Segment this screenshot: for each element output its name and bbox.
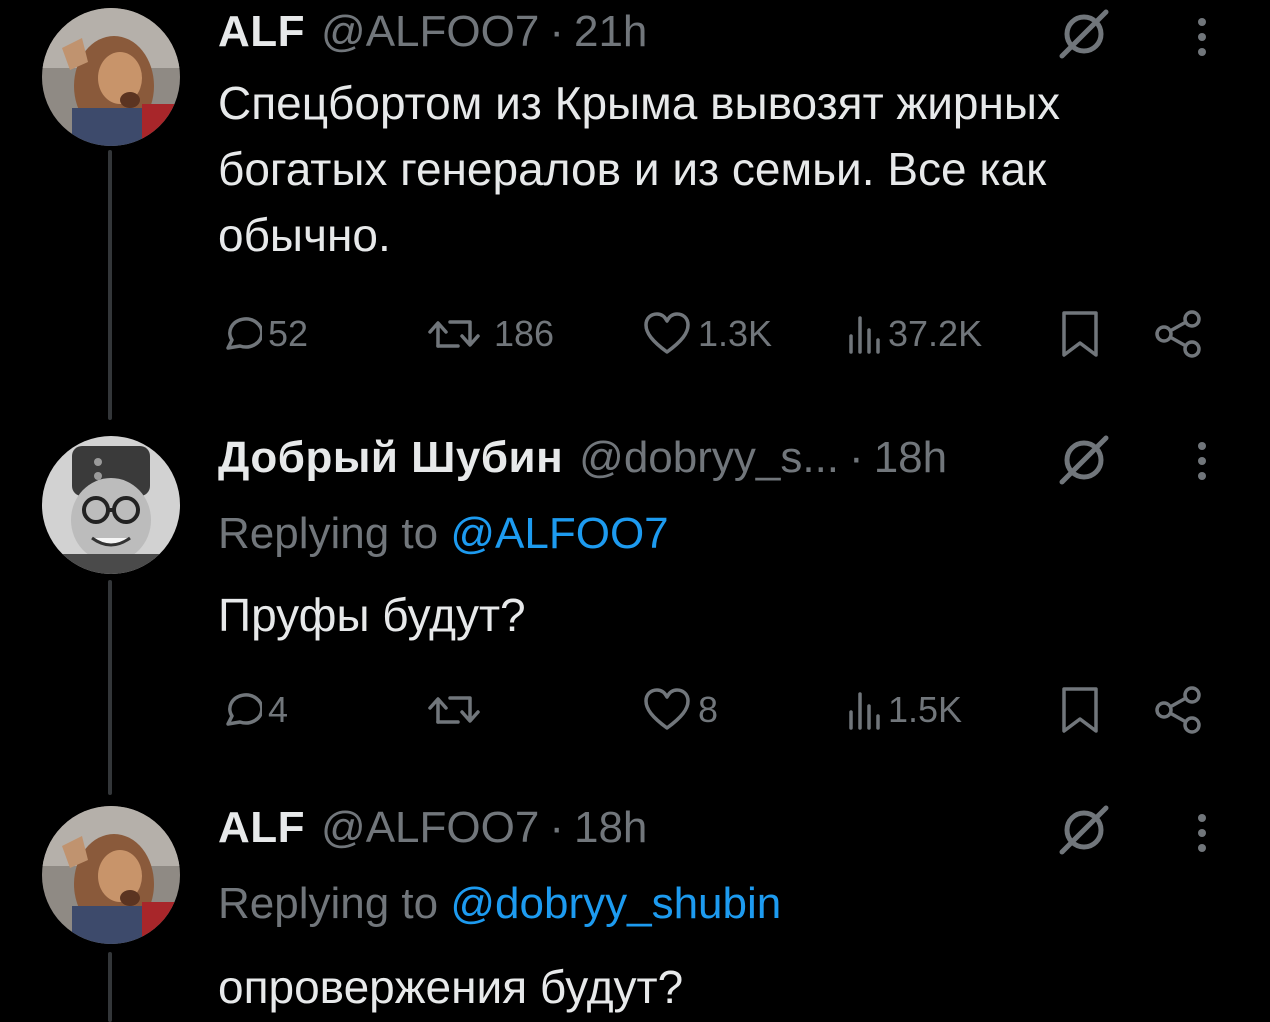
display-name[interactable]: ALF <box>218 4 305 60</box>
views-icon <box>849 316 880 354</box>
separator-dot: · <box>549 7 564 56</box>
username[interactable]: @dobryy_s... <box>579 430 839 486</box>
thread-line <box>108 580 112 795</box>
grok-icon[interactable] <box>1056 6 1112 62</box>
more-icon[interactable] <box>1192 10 1212 66</box>
username[interactable]: @ALFOO7 <box>321 4 539 60</box>
username[interactable]: @ALFOO7 <box>321 800 539 856</box>
more-icon[interactable] <box>1192 806 1212 862</box>
timestamp[interactable]: 21h <box>574 4 647 60</box>
views-button[interactable]: 1.5K <box>846 680 962 740</box>
tweet-text: Пруфы будут? <box>218 589 526 641</box>
reply-count: 4 <box>268 689 289 730</box>
timestamp[interactable]: 18h <box>874 430 947 486</box>
like-count: 1.3K <box>698 313 773 354</box>
views-icon <box>849 692 880 730</box>
retweet-button[interactable] <box>424 680 494 740</box>
share-icon <box>1155 686 1201 734</box>
replying-to-mention[interactable]: @ALFOO7 <box>450 509 668 558</box>
action-bar: 4 8 1.5K <box>218 680 1208 740</box>
share-button[interactable] <box>1152 304 1204 364</box>
display-name[interactable]: ALF <box>218 800 305 856</box>
like-count: 8 <box>698 689 719 730</box>
heart-icon <box>644 688 690 730</box>
reply-button[interactable]: 52 <box>218 304 308 364</box>
retweet-count: 186 <box>494 313 555 354</box>
retweet-icon <box>428 320 480 348</box>
replying-to: Replying to @ALFOO7 <box>218 506 669 562</box>
tweet-header: Добрый Шубин @dobryy_s... · 18h <box>218 430 947 486</box>
separator-dot: · <box>849 433 864 482</box>
replying-to-label: Replying to <box>218 509 439 558</box>
thread-line <box>108 952 112 1022</box>
tweet-text: Спецбортом из Крыма вывозят жирных богат… <box>218 77 1060 261</box>
more-icon[interactable] <box>1192 434 1212 490</box>
avatar[interactable] <box>42 436 180 574</box>
thread-line <box>108 150 112 420</box>
heart-icon <box>644 312 690 354</box>
like-button[interactable]: 8 <box>642 680 718 740</box>
bookmark-icon <box>1062 311 1098 357</box>
alf-avatar-image <box>42 8 180 146</box>
separator-dot: · <box>549 803 564 852</box>
bookmark-button[interactable] <box>1060 304 1100 364</box>
tweet-text: опровержения будут? <box>218 961 684 1013</box>
reply-count: 52 <box>268 313 309 354</box>
share-icon <box>1155 310 1201 358</box>
reply-icon <box>226 693 262 726</box>
replying-to-mention[interactable]: @dobryy_shubin <box>450 879 781 928</box>
alf-avatar-image <box>42 806 180 944</box>
avatar[interactable] <box>42 8 180 146</box>
tweet-header: ALF @ALFOO7 · 21h <box>218 4 647 60</box>
dobryy-avatar-image <box>42 436 180 574</box>
retweet-button[interactable]: 186 <box>424 304 554 364</box>
replying-to: Replying to @dobryy_shubin <box>218 876 781 932</box>
retweet-icon <box>428 696 480 724</box>
replying-to-label: Replying to <box>218 879 439 928</box>
avatar[interactable] <box>42 806 180 944</box>
share-button[interactable] <box>1152 680 1204 740</box>
views-button[interactable]: 37.2K <box>846 304 982 364</box>
views-count: 37.2K <box>888 313 983 354</box>
tweet-header: ALF @ALFOO7 · 18h <box>218 800 647 856</box>
reply-icon <box>226 317 262 350</box>
bookmark-icon <box>1062 687 1098 733</box>
like-button[interactable]: 1.3K <box>642 304 772 364</box>
reply-button[interactable]: 4 <box>218 680 288 740</box>
views-count: 1.5K <box>888 689 963 730</box>
grok-icon[interactable] <box>1056 432 1112 488</box>
bookmark-button[interactable] <box>1060 680 1100 740</box>
grok-icon[interactable] <box>1056 802 1112 858</box>
display-name[interactable]: Добрый Шубин <box>218 430 563 486</box>
action-bar: 52 186 1.3K 37.2K <box>218 304 1208 364</box>
timestamp[interactable]: 18h <box>574 800 647 856</box>
